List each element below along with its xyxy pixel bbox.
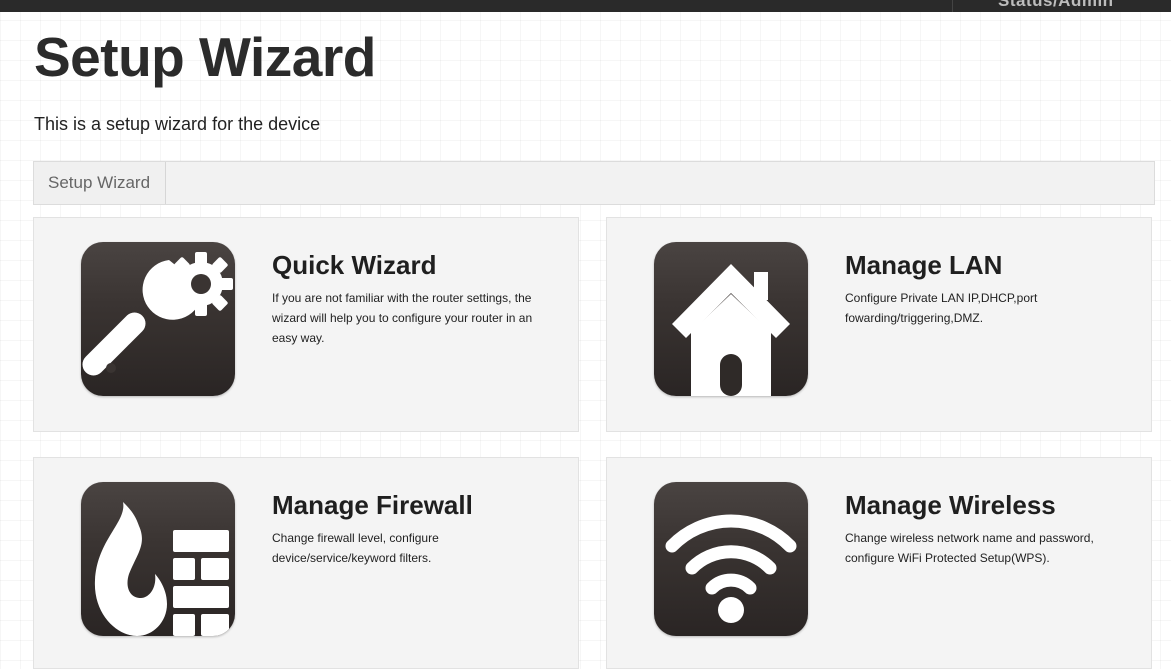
card-title[interactable]: Quick Wizard <box>272 250 436 281</box>
wifi-icon[interactable] <box>654 482 808 636</box>
breadcrumb-item-setup-wizard[interactable]: Setup Wizard <box>34 162 167 204</box>
page-subtitle: This is a setup wizard for the device <box>34 114 321 134</box>
card-description: Change firewall level, configure device/… <box>272 531 439 565</box>
manage-wireless-card[interactable]: Manage Wireless Change wireless network … <box>606 457 1152 669</box>
breadcrumb: Setup Wizard <box>33 161 1155 205</box>
house-icon[interactable] <box>654 242 808 396</box>
card-description: Configure Private LAN IP,DHCP,port fowar… <box>845 291 1038 325</box>
user-menu-label[interactable]: Status/Admin <box>998 0 1114 11</box>
top-navigation-bar: Status/Admin <box>0 0 1171 12</box>
card-description: Change wireless network name and passwor… <box>845 531 1094 565</box>
manage-firewall-card[interactable]: Manage Firewall Change firewall level, c… <box>33 457 579 669</box>
card-title[interactable]: Manage LAN <box>845 250 1002 281</box>
manage-lan-card[interactable]: Manage LAN Configure Private LAN IP,DHCP… <box>606 217 1152 432</box>
firewall-icon[interactable] <box>81 482 235 636</box>
quick-wizard-card[interactable]: Quick Wizard If you are not familiar wit… <box>33 217 579 432</box>
user-menu[interactable]: Status/Admin <box>952 0 1153 12</box>
page-title: Setup Wizard <box>34 26 376 88</box>
card-description: If you are not familiar with the router … <box>272 291 533 345</box>
wrench-gear-icon[interactable] <box>81 242 235 396</box>
card-title[interactable]: Manage Firewall <box>272 490 473 521</box>
card-title[interactable]: Manage Wireless <box>845 490 1056 521</box>
